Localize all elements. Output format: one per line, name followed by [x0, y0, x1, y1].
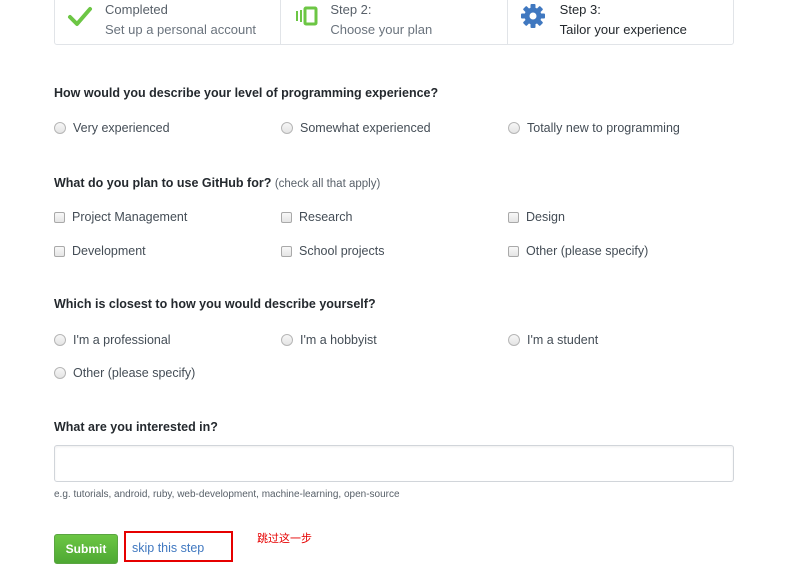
step-tailor: Step 3: Tailor your experience: [508, 0, 733, 44]
option-label: Other (please specify): [73, 366, 196, 380]
radio-button[interactable]: [54, 334, 66, 346]
checkbox[interactable]: [281, 245, 292, 257]
describe-option-professional[interactable]: I'm a professional: [54, 333, 171, 347]
step-completed: Completed Set up a personal account: [55, 0, 282, 44]
option-label: Research: [299, 210, 353, 224]
usage-option-research[interactable]: Research: [281, 210, 353, 224]
option-label: Very experienced: [73, 121, 170, 135]
option-label: Development: [72, 244, 146, 258]
option-label: Other (please specify): [526, 244, 649, 258]
step-subtitle: Choose your plan: [330, 22, 433, 37]
describe-option-student[interactable]: I'm a student: [508, 333, 598, 347]
interests-note: e.g. tutorials, android, ruby, web-devel…: [54, 489, 400, 500]
checkbox[interactable]: [508, 245, 519, 257]
usage-option-design[interactable]: Design: [508, 210, 565, 224]
checkbox[interactable]: [281, 211, 292, 223]
experience-option-somewhat[interactable]: Somewhat experienced: [281, 121, 431, 135]
skip-step-link[interactable]: skip this step: [124, 531, 233, 562]
describe-question: Which is closest to how you would descri…: [54, 297, 376, 311]
usage-option-school-projects[interactable]: School projects: [281, 244, 384, 258]
interests-input[interactable]: [54, 445, 734, 482]
option-label: Somewhat experienced: [300, 121, 431, 135]
experience-option-new[interactable]: Totally new to programming: [508, 121, 680, 135]
option-label: Totally new to programming: [527, 121, 680, 135]
step-title: Step 3:: [559, 2, 601, 17]
step-subtitle: Tailor your experience: [559, 22, 687, 37]
option-label: I'm a student: [527, 333, 599, 347]
step-subtitle: Set up a personal account: [105, 22, 257, 37]
describe-option-hobbyist[interactable]: I'm a hobbyist: [281, 333, 377, 347]
radio-button[interactable]: [54, 367, 66, 379]
describe-option-other[interactable]: Other (please specify): [54, 366, 195, 380]
signup-steps: Completed Set up a personal account Step…: [54, 0, 734, 45]
radio-button[interactable]: [281, 334, 293, 346]
radio-button[interactable]: [281, 122, 293, 134]
usage-option-development[interactable]: Development: [54, 244, 146, 258]
step-title: Completed: [105, 2, 168, 17]
annotation-text: 跳过这一步: [257, 533, 312, 545]
experience-question: How would you describe your level of pro…: [54, 86, 439, 100]
usage-hint: (check all that apply): [274, 178, 381, 190]
check-icon: [68, 7, 92, 26]
usage-option-project-management[interactable]: Project Management: [54, 210, 187, 224]
checkbox[interactable]: [508, 211, 519, 223]
step-title: Step 2:: [330, 2, 372, 17]
interests-question: What are you interested in?: [54, 420, 218, 434]
option-label: School projects: [299, 244, 385, 258]
radio-button[interactable]: [508, 122, 520, 134]
option-label: Project Management: [72, 210, 188, 224]
step-plan: Step 2: Choose your plan: [281, 0, 508, 44]
usage-question: What do you plan to use GitHub for? (che…: [54, 176, 380, 190]
experience-option-very[interactable]: Very experienced: [54, 121, 170, 135]
usage-question-text: What do you plan to use GitHub for?: [54, 176, 272, 190]
plan-icon: [296, 6, 318, 26]
radio-button[interactable]: [54, 122, 66, 134]
checkbox[interactable]: [54, 211, 65, 223]
option-label: I'm a professional: [73, 333, 171, 347]
submit-button[interactable]: Submit: [54, 534, 118, 564]
gear-icon: [520, 4, 545, 28]
usage-option-other[interactable]: Other (please specify): [508, 244, 648, 258]
option-label: I'm a hobbyist: [300, 333, 377, 347]
checkbox[interactable]: [54, 245, 65, 257]
option-label: Design: [526, 210, 565, 224]
radio-button[interactable]: [508, 334, 520, 346]
